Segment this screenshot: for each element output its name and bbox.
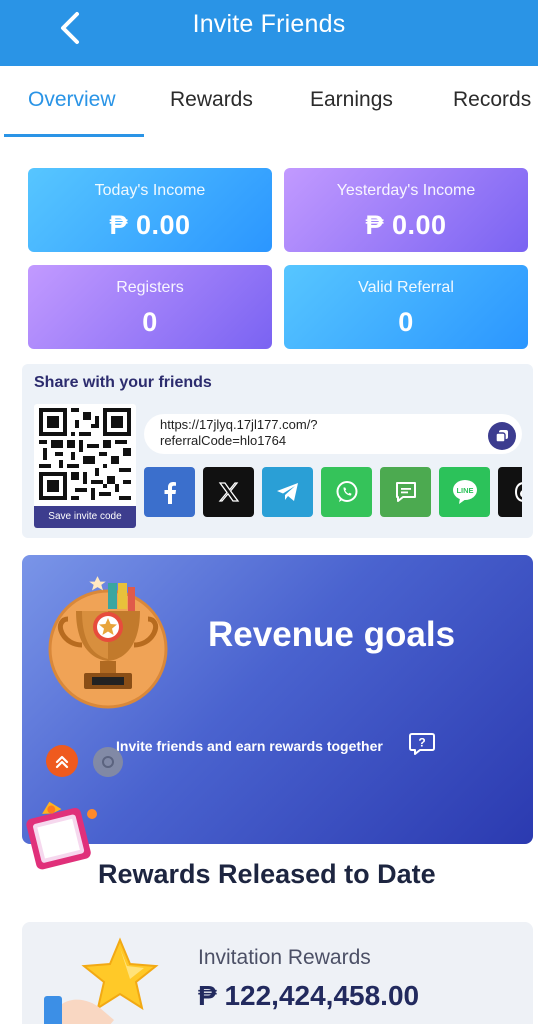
copy-icon xyxy=(495,430,508,443)
social-share-row: LINE xyxy=(144,467,522,517)
rewards-released-title: Rewards Released to Date xyxy=(98,859,436,889)
help-icon[interactable]: ? xyxy=(408,731,436,757)
invitation-rewards-label: Invitation Rewards xyxy=(198,946,371,969)
today-income-value: ₱ 0.00 xyxy=(109,210,191,240)
share-x-button[interactable] xyxy=(203,467,254,517)
line-icon-label: LINE xyxy=(456,486,473,495)
sms-icon xyxy=(395,482,416,502)
revenue-goals-title: Revenue goals xyxy=(208,615,456,654)
tab-bar: Overview Rewards Earnings Records xyxy=(0,66,538,140)
trophy-icon xyxy=(48,576,168,709)
share-panel: Share with your friends Save invite code xyxy=(22,364,533,538)
registers-label: Registers xyxy=(116,279,184,296)
valid-referral-label: Valid Referral xyxy=(358,279,454,296)
share-sms-button[interactable] xyxy=(380,467,431,517)
whatsapp-icon xyxy=(336,481,357,502)
copy-link-button[interactable] xyxy=(488,422,516,450)
x-icon xyxy=(218,482,239,502)
tab-records[interactable]: Records xyxy=(453,88,531,112)
double-chevron-up-icon xyxy=(55,755,69,769)
tab-rewards[interactable]: Rewards xyxy=(170,88,253,112)
tab-overview[interactable]: Overview xyxy=(28,88,116,112)
scroll-top-button[interactable] xyxy=(46,745,78,777)
valid-referral-value: 0 xyxy=(398,307,414,337)
share-whatsapp-button[interactable] xyxy=(321,467,372,517)
yesterday-income-label: Yesterday's Income xyxy=(336,182,476,199)
facebook-icon xyxy=(164,482,176,504)
referral-link-text: https://17jlyq.17jl177.com/? referralCod… xyxy=(160,417,460,449)
share-telegram-button[interactable] xyxy=(262,467,313,517)
referral-link-line-1: https://17jlyq.17jl177.com/? xyxy=(160,417,318,432)
valid-referral-card: Valid Referral 0 xyxy=(284,265,528,349)
registers-value: 0 xyxy=(142,307,158,337)
today-income-label: Today's Income xyxy=(94,182,206,199)
referral-link-field[interactable]: https://17jlyq.17jl177.com/? referralCod… xyxy=(144,414,522,454)
svg-text:?: ? xyxy=(418,736,425,750)
star-hand-icon xyxy=(44,937,159,1024)
active-tab-indicator xyxy=(4,134,144,137)
share-facebook-button[interactable] xyxy=(144,467,195,517)
referral-link-line-2: referralCode=hlo1764 xyxy=(160,433,287,448)
invitation-rewards-card: Invitation Rewards ₱ 122,424,458.00 xyxy=(22,922,533,1024)
invitation-rewards-value: ₱ 122,424,458.00 xyxy=(198,980,420,1011)
qr-code-icon xyxy=(39,408,131,500)
cog-icon xyxy=(102,756,114,768)
yesterday-income-card: Yesterday's Income ₱ 0.00 xyxy=(284,168,528,252)
today-income-card: Today's Income ₱ 0.00 xyxy=(28,168,272,252)
revenue-goals-subtitle: Invite friends and earn rewards together xyxy=(116,738,383,754)
tab-earnings[interactable]: Earnings xyxy=(310,88,393,112)
registers-card: Registers 0 xyxy=(28,265,272,349)
telegram-icon xyxy=(276,483,298,501)
threads-icon xyxy=(514,482,522,502)
share-line-button[interactable]: LINE xyxy=(439,467,490,517)
line-icon: LINE xyxy=(452,480,477,504)
app-header: Invite Friends xyxy=(0,0,538,66)
page-title: Invite Friends xyxy=(192,10,346,38)
save-invite-code-button[interactable]: Save invite code xyxy=(34,506,136,528)
gift-box-icon[interactable] xyxy=(22,798,100,874)
qr-code-card[interactable]: Save invite code xyxy=(34,404,136,528)
share-title: Share with your friends xyxy=(34,374,212,391)
floating-menu-button[interactable] xyxy=(93,747,123,777)
share-threads-button[interactable] xyxy=(498,467,522,517)
yesterday-income-value: ₱ 0.00 xyxy=(365,210,447,240)
